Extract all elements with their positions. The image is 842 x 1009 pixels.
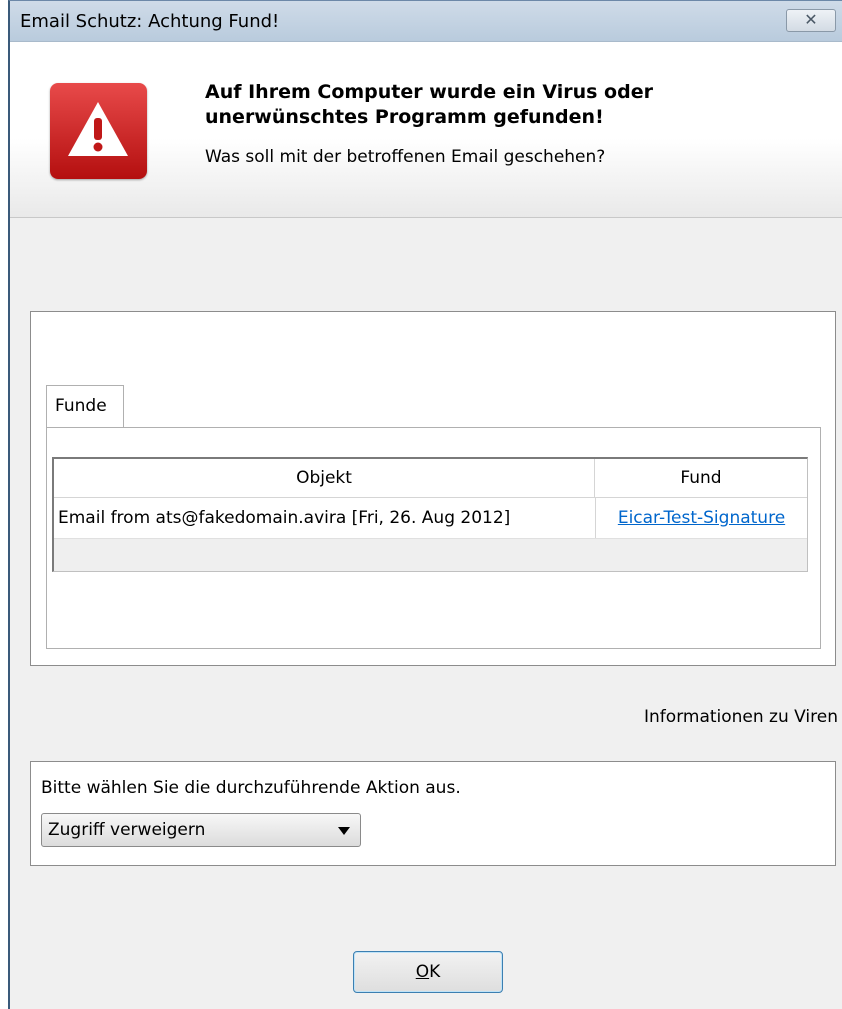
window-title: Email Schutz: Achtung Fund! — [20, 11, 280, 32]
title-bar[interactable]: Email Schutz: Achtung Fund! ✕ — [10, 1, 842, 42]
ok-accelerator: O — [415, 962, 430, 982]
action-dropdown[interactable]: Zugriff verweigern — [41, 813, 361, 847]
findings-panel: Funde Objekt Fund Email from ats@fakedom… — [30, 311, 836, 666]
alert-question: Was soll mit der betroffenen Email gesch… — [205, 147, 606, 167]
action-selected-value: Zugriff verweigern — [48, 820, 206, 840]
alert-headline: Auf Ihrem Computer wurde ein Virus oder … — [205, 81, 653, 128]
cell-finding: Eicar-Test-Signature — [595, 498, 807, 538]
warning-icon — [50, 83, 147, 179]
empty-row — [54, 539, 807, 571]
table-header: Objekt Fund — [54, 459, 807, 498]
ok-button[interactable]: OK — [353, 951, 503, 993]
column-header-fund[interactable]: Fund — [595, 459, 807, 497]
finding-link[interactable]: Eicar-Test-Signature — [618, 508, 785, 528]
tab-page-funde: Objekt Fund Email from ats@fakedomain.av… — [46, 427, 821, 649]
cell-object: Email from ats@fakedomain.avira [Fri, 26… — [58, 508, 511, 528]
action-label: Bitte wählen Sie die durchzuführende Akt… — [41, 778, 461, 798]
action-group: Bitte wählen Sie die durchzuführende Akt… — [30, 761, 836, 866]
alert-dialog: Email Schutz: Achtung Fund! ✕ Auf Ihrem … — [8, 0, 842, 1009]
virus-info-link[interactable]: Informationen zu Viren — [644, 707, 838, 727]
tab-funde[interactable]: Funde — [46, 385, 124, 428]
chevron-down-icon — [338, 827, 350, 835]
close-button[interactable]: ✕ — [786, 9, 836, 32]
findings-table[interactable]: Objekt Fund Email from ats@fakedomain.av… — [52, 457, 808, 572]
close-icon: ✕ — [804, 10, 818, 29]
column-header-objekt[interactable]: Objekt — [54, 459, 595, 497]
alert-header: Auf Ihrem Computer wurde ein Virus oder … — [10, 42, 842, 218]
table-row[interactable]: Email from ats@fakedomain.avira [Fri, 26… — [54, 498, 807, 539]
ok-label-rest: K — [429, 962, 441, 982]
